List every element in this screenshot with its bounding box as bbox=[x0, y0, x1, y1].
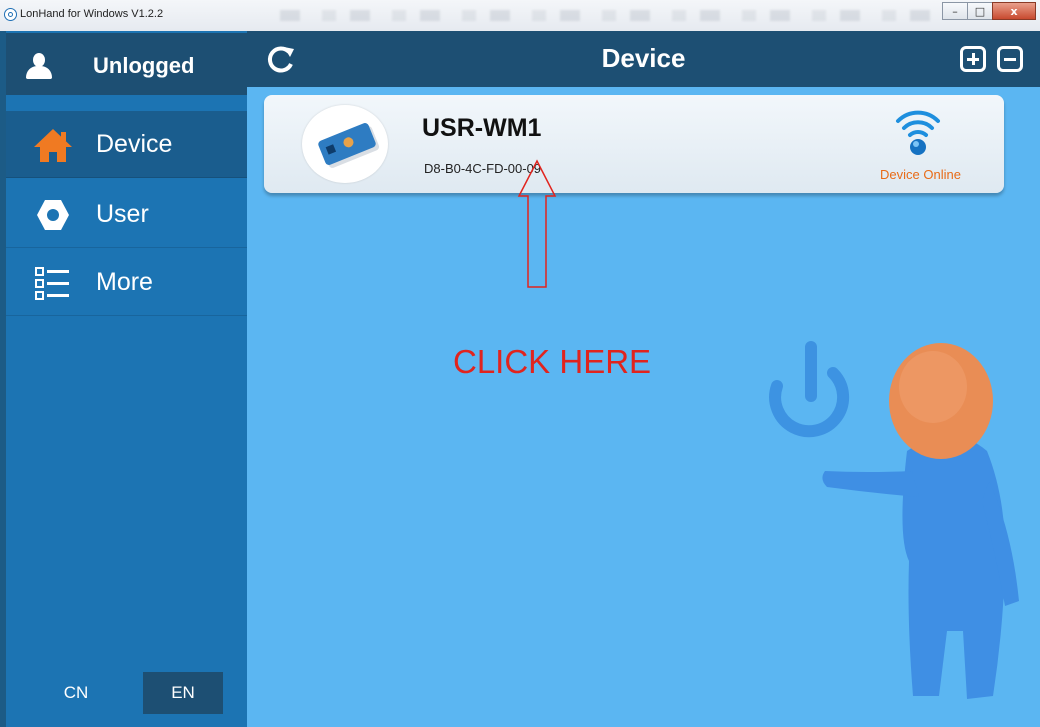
user-icon bbox=[24, 53, 54, 81]
wifi-signal-icon bbox=[896, 110, 940, 155]
user-login-button[interactable]: Unlogged bbox=[6, 33, 247, 95]
sidebar-item-label: Device bbox=[96, 130, 173, 158]
click-here-annotation: CLICK HERE bbox=[453, 343, 652, 380]
device-name: USR-WM1 bbox=[422, 114, 542, 142]
sidebar: Unlogged Device User More CN EN bbox=[0, 31, 247, 727]
person-power-illustration bbox=[769, 341, 1019, 699]
close-button[interactable]: x bbox=[992, 2, 1036, 20]
sidebar-item-device[interactable]: Device bbox=[6, 111, 247, 178]
add-device-button[interactable] bbox=[960, 46, 986, 72]
language-en-button[interactable]: EN bbox=[143, 672, 223, 714]
device-thumbnail bbox=[302, 105, 388, 183]
window-title: LonHand for Windows V1.2.2 bbox=[20, 8, 164, 20]
language-cn-button[interactable]: CN bbox=[46, 672, 106, 714]
sidebar-item-label: User bbox=[96, 200, 149, 228]
home-icon bbox=[34, 129, 72, 162]
sidebar-item-user[interactable]: User bbox=[6, 181, 247, 248]
window-titlebar: LonHand for Windows V1.2.2 – □ x bbox=[0, 0, 1040, 32]
titlebar-background-texture bbox=[280, 10, 930, 21]
maximize-button[interactable]: □ bbox=[967, 2, 993, 20]
header-bar: Device bbox=[247, 31, 1040, 87]
device-status: Device Online bbox=[880, 167, 961, 182]
sidebar-item-more[interactable]: More bbox=[6, 249, 247, 316]
gear-icon bbox=[37, 200, 69, 230]
user-status-label: Unlogged bbox=[93, 53, 195, 78]
main-panel: Device USR-WM1 D8-B0-4C-FD-00-09 Device … bbox=[247, 31, 1040, 727]
sidebar-item-label: More bbox=[96, 268, 153, 296]
window-controls: – □ x bbox=[942, 2, 1036, 22]
minimize-button[interactable]: – bbox=[942, 2, 968, 20]
page-title: Device bbox=[601, 43, 686, 73]
device-card[interactable]: USR-WM1 D8-B0-4C-FD-00-09 Device Online bbox=[264, 95, 1004, 193]
remove-device-button[interactable] bbox=[997, 46, 1023, 72]
annotation-arrow bbox=[517, 159, 557, 288]
app-icon bbox=[4, 8, 17, 21]
list-icon bbox=[35, 267, 69, 300]
